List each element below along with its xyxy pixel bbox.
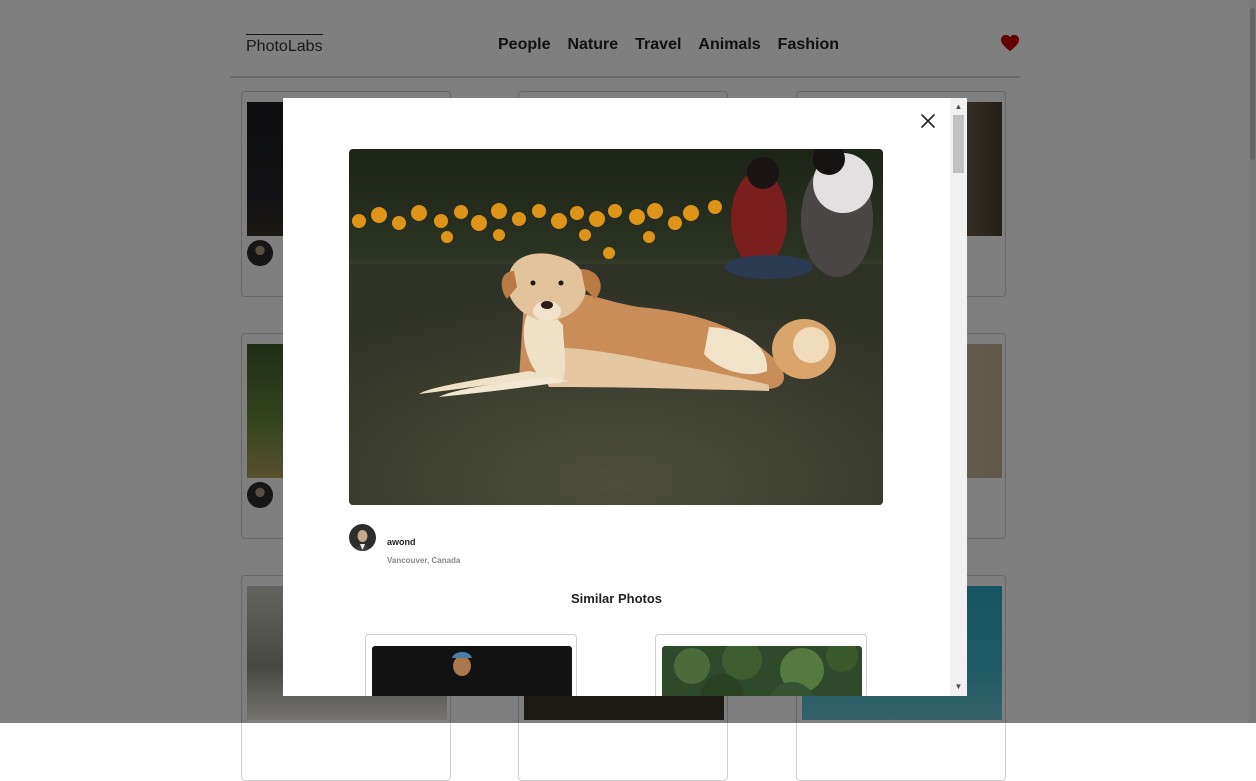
scroll-down-arrow-icon[interactable]: ▼: [950, 680, 967, 694]
close-icon[interactable]: [919, 112, 937, 130]
similar-photo-card[interactable]: [655, 634, 867, 696]
modal-scrollbar[interactable]: ▲ ▼: [950, 98, 967, 696]
photo-details-modal: awond Vancouver, Canada Similar Photos ▲…: [283, 98, 967, 696]
dog-photo-illustration: [349, 149, 883, 505]
author-location: Vancouver, Canada: [387, 556, 461, 565]
similar-photos-heading: Similar Photos: [570, 591, 663, 606]
modal-scrollbar-thumb[interactable]: [953, 115, 964, 173]
scroll-up-arrow-icon[interactable]: ▲: [950, 100, 967, 114]
similar-photo-thumbnail[interactable]: [372, 646, 572, 696]
author-avatar: [349, 524, 376, 551]
main-photo: [349, 149, 883, 505]
similar-photo-thumbnail[interactable]: [662, 646, 862, 696]
author-username: awond: [387, 537, 416, 547]
similar-photo-card[interactable]: [365, 634, 577, 696]
